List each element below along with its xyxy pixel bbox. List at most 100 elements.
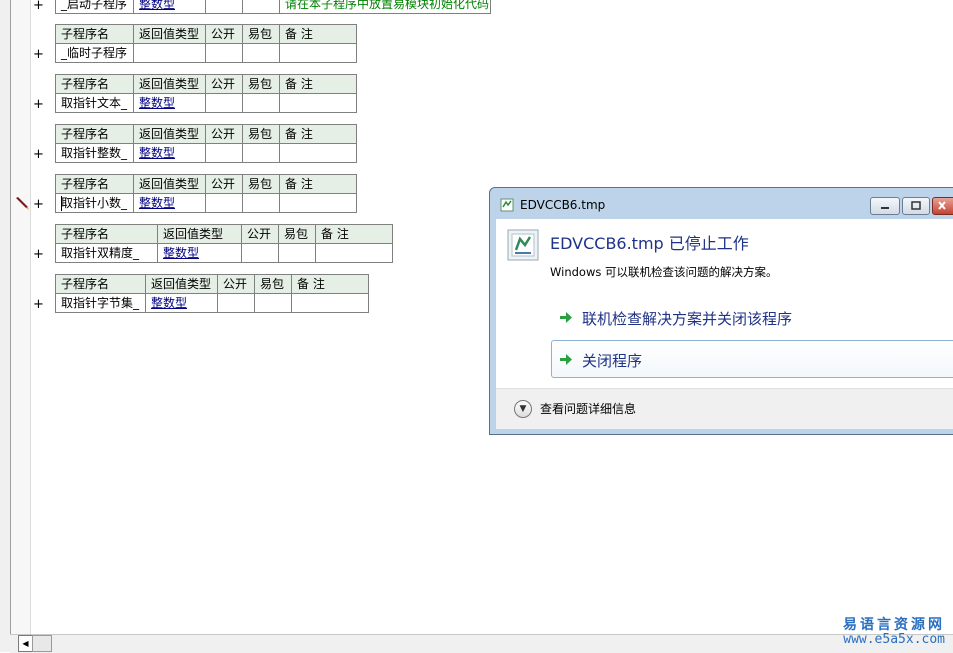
dialog-body: EDVCCB6.tmp 已停止工作 Windows 可以联机检查该问题的解决方案… xyxy=(496,219,953,400)
easy-pack-cell[interactable] xyxy=(242,43,280,63)
expand-toggle[interactable]: + xyxy=(33,298,44,311)
check-online-option[interactable]: 联机检查解决方案并关闭该程序 xyxy=(552,299,953,335)
easy-pack-cell[interactable] xyxy=(242,93,280,113)
header-public: 公开 xyxy=(241,224,279,244)
close-program-option[interactable]: 关闭程序 xyxy=(551,340,953,378)
header-easy-pack: 易包 xyxy=(242,124,280,144)
public-cell[interactable] xyxy=(241,243,279,263)
public-cell[interactable] xyxy=(205,193,243,213)
note-cell[interactable] xyxy=(279,143,357,163)
note-cell[interactable] xyxy=(291,293,369,313)
program-icon xyxy=(507,229,539,261)
note-cell[interactable] xyxy=(279,93,357,113)
watermark-url: www.e5a5x.com xyxy=(843,632,945,647)
line-marker-gutter xyxy=(11,0,31,652)
dialog-description: Windows 可以联机检查该问题的解决方案。 xyxy=(550,265,778,279)
header-return-type: 返回值类型 xyxy=(133,124,206,144)
header-note: 备 注 xyxy=(291,274,369,294)
editor-margin xyxy=(0,0,11,652)
close-program-label: 关闭程序 xyxy=(582,352,643,370)
public-cell[interactable] xyxy=(205,0,243,14)
minimize-button[interactable] xyxy=(870,197,900,215)
watermark-title: 易语言资源网 xyxy=(843,617,945,633)
expand-toggle[interactable]: + xyxy=(33,248,44,261)
maximize-icon xyxy=(911,201,921,210)
header-name: 子程序名 xyxy=(55,124,134,144)
return-type[interactable]: 整数型 xyxy=(145,293,218,313)
close-icon xyxy=(938,201,946,210)
header-note: 备 注 xyxy=(279,24,357,44)
return-type[interactable]: 整数型 xyxy=(133,193,206,213)
header-name: 子程序名 xyxy=(55,74,134,94)
note-cell[interactable] xyxy=(279,193,357,213)
header-name: 子程序名 xyxy=(55,24,134,44)
note-cell[interactable] xyxy=(279,43,357,63)
public-cell[interactable] xyxy=(205,43,243,63)
return-type[interactable]: 整数型 xyxy=(133,93,206,113)
expand-toggle[interactable]: + xyxy=(33,98,44,111)
expand-toggle[interactable]: + xyxy=(33,148,44,161)
easy-pack-cell[interactable] xyxy=(242,143,280,163)
minimize-icon xyxy=(881,207,889,209)
return-type[interactable] xyxy=(133,43,206,63)
expand-toggle[interactable]: + xyxy=(33,198,44,211)
public-cell[interactable] xyxy=(205,143,243,163)
subroutine-name[interactable]: _启动子程序 xyxy=(55,0,134,14)
note-cell[interactable]: 请在本子程序中放置易模块初始化代码 xyxy=(279,0,491,14)
public-cell[interactable] xyxy=(205,93,243,113)
header-note: 备 注 xyxy=(279,174,357,194)
easy-pack-cell[interactable] xyxy=(242,0,280,14)
subroutine-table: _启动子程序 整数型 请在本子程序中放置易模块初始化代码 xyxy=(55,0,491,14)
header-easy-pack: 易包 xyxy=(242,74,280,94)
close-button[interactable] xyxy=(932,197,953,215)
maximize-button[interactable] xyxy=(902,197,930,215)
crash-dialog: EDVCCB6.tmp EDVCCB6.tmp 已停止工作 Windows 可以… xyxy=(489,187,953,435)
scroll-left-arrow-icon[interactable]: ◀ xyxy=(18,635,33,652)
green-arrow-icon xyxy=(560,312,572,323)
subroutine-table: 子程序名 返回值类型 公开 易包 备 注 取指针整数_ 整数型 xyxy=(55,124,357,163)
header-public: 公开 xyxy=(217,274,255,294)
header-return-type: 返回值类型 xyxy=(157,224,242,244)
view-details-link[interactable]: 查看问题详细信息 xyxy=(540,400,636,417)
subroutine-table: 子程序名 返回值类型 公开 易包 备 注 取指针双精度_ 整数型 xyxy=(55,224,393,263)
dialog-footer: ▼ 查看问题详细信息 xyxy=(496,388,953,429)
dialog-titlebar[interactable]: EDVCCB6.tmp xyxy=(490,188,953,218)
check-online-label: 联机检查解决方案并关闭该程序 xyxy=(582,310,793,328)
easy-pack-cell[interactable] xyxy=(242,193,280,213)
return-type[interactable]: 整数型 xyxy=(133,143,206,163)
public-cell[interactable] xyxy=(217,293,255,313)
current-line-pen-icon xyxy=(16,197,29,210)
header-easy-pack: 易包 xyxy=(278,224,316,244)
expand-toggle[interactable]: + xyxy=(33,48,44,61)
subroutine-name[interactable]: _临时子程序 xyxy=(55,43,134,63)
header-name: 子程序名 xyxy=(55,274,146,294)
header-return-type: 返回值类型 xyxy=(133,74,206,94)
header-name: 子程序名 xyxy=(55,174,134,194)
header-return-type: 返回值类型 xyxy=(133,174,206,194)
expand-toggle[interactable]: + xyxy=(33,0,44,12)
chevron-down-icon[interactable]: ▼ xyxy=(514,400,532,418)
header-note: 备 注 xyxy=(279,124,357,144)
return-type[interactable]: 整数型 xyxy=(133,0,206,14)
header-public: 公开 xyxy=(205,174,243,194)
subroutine-name[interactable]: 取指针文本_ xyxy=(55,93,134,113)
note-cell[interactable] xyxy=(315,243,393,263)
easy-pack-cell[interactable] xyxy=(254,293,292,313)
easy-pack-cell[interactable] xyxy=(278,243,316,263)
scroll-thumb[interactable] xyxy=(32,635,52,652)
subroutine-name[interactable]: 取指针整数_ xyxy=(55,143,134,163)
header-return-type: 返回值类型 xyxy=(133,24,206,44)
header-easy-pack: 易包 xyxy=(242,174,280,194)
subroutine-name[interactable]: 取指针字节集_ xyxy=(55,293,146,313)
return-type[interactable]: 整数型 xyxy=(157,243,242,263)
subroutine-table: 子程序名 返回值类型 公开 易包 备 注 _临时子程序 xyxy=(55,24,357,63)
header-public: 公开 xyxy=(205,74,243,94)
subroutine-table: 子程序名 返回值类型 公开 易包 备 注 取指针字节集_ 整数型 xyxy=(55,274,369,313)
horizontal-scrollbar[interactable] xyxy=(10,634,953,653)
subroutine-name[interactable]: 取指针双精度_ xyxy=(55,243,158,263)
green-arrow-icon xyxy=(560,354,572,365)
subroutine-name[interactable]: 取指针小数_ xyxy=(55,193,134,213)
header-note: 备 注 xyxy=(279,74,357,94)
app-small-icon xyxy=(500,198,514,212)
header-public: 公开 xyxy=(205,24,243,44)
